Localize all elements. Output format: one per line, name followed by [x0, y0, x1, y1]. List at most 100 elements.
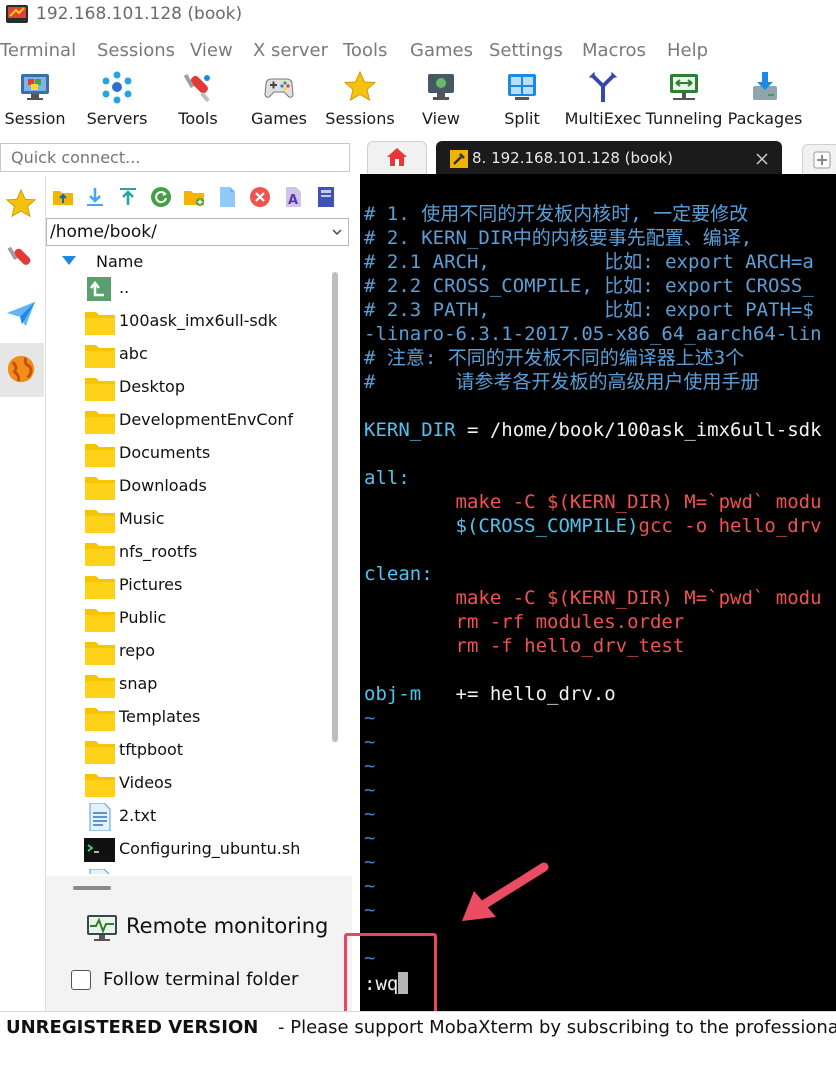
folder-row[interactable]: Pictures [46, 570, 336, 603]
folder-icon [84, 605, 116, 633]
new-tab-button[interactable] [802, 144, 836, 176]
status-message[interactable]: - Please support MobaXterm by subscribin… [278, 1017, 836, 1038]
sftp-browser: A /home/book/ Name .. 100ask_imx6ull-sdk a… [46, 176, 352, 1011]
folder-row[interactable]: Downloads [46, 471, 336, 504]
multiexec-button[interactable]: MultiExec [562, 66, 644, 132]
tools-knife-icon [183, 73, 210, 103]
games-button[interactable]: Games [238, 66, 320, 132]
file-name: Templates [119, 707, 201, 726]
side-macros-button[interactable] [0, 288, 44, 342]
view-button[interactable]: View [400, 66, 482, 132]
menu-help[interactable]: Help [667, 40, 708, 61]
text-file-icon [84, 802, 116, 832]
terminal-line: ~ [364, 827, 376, 849]
packages-button[interactable]: Packages [724, 66, 806, 132]
side-sftp-button[interactable] [0, 343, 44, 397]
side-tools-button[interactable] [0, 233, 44, 287]
terminal-line: # 注意: 不同的开发板不同的编译器上述3个 [364, 347, 745, 369]
remote-monitoring-button[interactable]: Remote monitoring [86, 911, 346, 947]
folder-icon [84, 539, 116, 567]
annotation-arrow [462, 862, 549, 921]
tunneling-button[interactable]: Tunneling [643, 66, 725, 132]
menu-settings[interactable]: Settings [489, 40, 563, 61]
sessions-button[interactable]: Sessions [319, 66, 401, 132]
shell-script-icon [84, 836, 116, 864]
upload-icon[interactable] [117, 186, 139, 208]
new-folder-icon[interactable] [183, 186, 205, 208]
terminal-line: # 请参考各开发板的高级用户使用手册 [364, 371, 760, 393]
tab-session-book[interactable]: 8. 192.168.101.128 (book) [436, 141, 782, 176]
terminal-line: ~ [364, 707, 376, 729]
terminal-line: clean: [364, 563, 433, 585]
remote-monitoring-label: Remote monitoring [126, 914, 329, 938]
close-tab-icon[interactable] [756, 153, 768, 165]
window-bottom [0, 1043, 836, 1071]
file-row[interactable]: Configuring_ubuntu.sh [46, 834, 336, 867]
rename-icon[interactable]: A [282, 186, 304, 208]
file-name: Videos [119, 773, 173, 792]
star-icon [343, 70, 377, 102]
session-button[interactable]: Session [0, 66, 76, 132]
side-sessions-button[interactable] [0, 178, 44, 232]
servers-button[interactable]: Servers [76, 66, 158, 132]
panel-splitter[interactable] [73, 886, 111, 890]
svg-text:A: A [288, 193, 298, 208]
menu-x-server[interactable]: X server [253, 40, 328, 61]
permissions-icon[interactable] [315, 186, 337, 208]
terminal-line: ~ [364, 899, 376, 921]
terminal-line: all: [364, 467, 410, 489]
file-name: Documents [119, 443, 211, 462]
file-name: Pictures [119, 575, 183, 594]
parent-folder-icon[interactable] [52, 186, 74, 208]
file-list-scrollbar[interactable] [332, 272, 340, 742]
menu-sessions[interactable]: Sessions [97, 40, 175, 61]
terminal-line: # 1. 使用不同的开发板内核时, 一定要修改 [364, 203, 749, 225]
follow-terminal-checkbox[interactable] [71, 970, 91, 990]
file-row[interactable] [46, 867, 336, 874]
unregistered-label: UNREGISTERED VERSION [6, 1017, 259, 1038]
folder-row[interactable]: 100ask_imx6ull-sdk [46, 306, 336, 339]
follow-terminal-folder[interactable]: Follow terminal folder [71, 969, 351, 993]
menu-terminal[interactable]: Terminal [0, 40, 76, 61]
folder-row[interactable]: DevelopmentEnvConf [46, 405, 336, 438]
terminal-line: $(CROSS_COMPILE)gcc -o hello_drv [364, 515, 822, 537]
split-button[interactable]: Split [481, 66, 563, 132]
scrollbar-thumb[interactable] [332, 272, 338, 742]
menu-tools[interactable]: Tools [343, 40, 387, 61]
download-icon[interactable] [84, 186, 106, 208]
new-file-icon[interactable] [216, 186, 238, 208]
menu-games[interactable]: Games [410, 40, 473, 61]
settings-button[interactable]: Se [805, 66, 836, 132]
terminal-line: # 2. KERN_DIR中的内核要事先配置、编译, [364, 227, 764, 249]
folder-row[interactable]: Music [46, 504, 336, 537]
folder-row[interactable]: tftpboot [46, 735, 336, 768]
folder-row[interactable]: repo [46, 636, 336, 669]
folder-row[interactable]: abc [46, 339, 336, 372]
folder-row[interactable]: nfs_rootfs [46, 537, 336, 570]
terminal-view[interactable]: # 1. 使用不同的开发板内核时, 一定要修改 # 2. KERN_DIR中的内核… [360, 174, 836, 1011]
folder-row[interactable]: snap [46, 669, 336, 702]
terminal-line: ~ [364, 779, 376, 801]
file-row[interactable]: 2.txt [46, 801, 336, 834]
folder-row[interactable]: Desktop [46, 372, 336, 405]
follow-terminal-label: Follow terminal folder [103, 969, 299, 990]
terminal-line: ~ [364, 803, 376, 825]
folder-row[interactable]: Videos [46, 768, 336, 801]
menu-view[interactable]: View [190, 40, 233, 61]
delete-icon[interactable] [249, 186, 271, 208]
terminal-line: rm -f hello_drv_test [364, 635, 685, 657]
folder-row[interactable]: Templates [46, 702, 336, 735]
refresh-icon[interactable] [150, 186, 172, 208]
tools-button[interactable]: Tools [157, 66, 239, 132]
menu-macros[interactable]: Macros [582, 40, 646, 61]
folder-row[interactable]: Public [46, 603, 336, 636]
home-tab[interactable] [367, 141, 427, 175]
session-tab-bar: 8. 192.168.101.128 (book) [360, 138, 836, 176]
path-dropdown[interactable]: /home/book/ [46, 218, 349, 246]
title-bar: 192.168.101.128 (book) [0, 0, 836, 30]
folder-row[interactable]: .. [46, 276, 336, 306]
folder-icon [84, 506, 116, 534]
folder-row[interactable]: Documents [46, 438, 336, 471]
file-list-header[interactable]: Name [46, 250, 326, 276]
quick-connect-input[interactable] [0, 143, 350, 172]
